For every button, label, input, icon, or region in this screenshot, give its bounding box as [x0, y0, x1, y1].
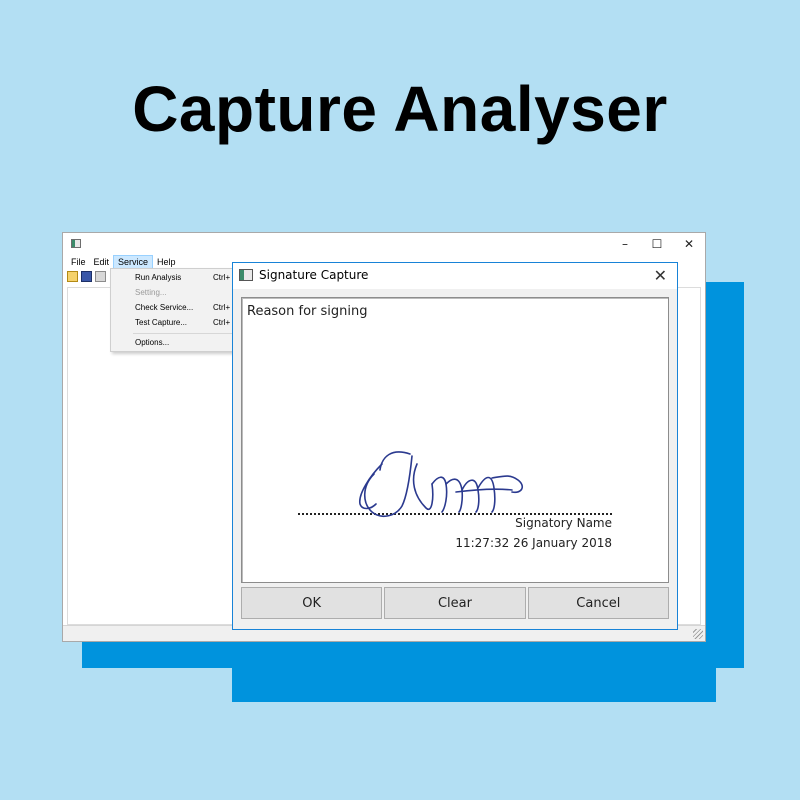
- menu-item-label: Check Service...: [135, 303, 194, 312]
- dialog-button-row: OK Clear Cancel: [241, 587, 669, 621]
- menu-item-shortcut: Ctrl+: [213, 303, 231, 312]
- signature-timestamp: 11:27:32 26 January 2018: [455, 536, 612, 550]
- menu-item-shortcut: Ctrl+: [213, 318, 231, 327]
- menu-item-label: Run Analysis: [135, 273, 182, 282]
- menu-item-check-service[interactable]: Check Service... Ctrl+: [111, 301, 235, 315]
- menu-edit[interactable]: Edit: [90, 255, 114, 269]
- toolbar-tool-icon[interactable]: [95, 271, 106, 282]
- menu-item-setting: Setting...: [111, 286, 235, 300]
- page-title: Capture Analyser: [132, 73, 668, 145]
- main-window-titlebar[interactable]: – ☐ ✕: [63, 233, 705, 255]
- signature-capture-dialog: Signature Capture ✕ Reason for signing S…: [232, 262, 678, 630]
- menu-item-options[interactable]: Options...: [111, 336, 235, 350]
- window-controls: – ☐ ✕: [609, 233, 705, 255]
- menu-service[interactable]: Service: [113, 255, 154, 269]
- menu-item-label: Setting...: [135, 288, 167, 297]
- menu-item-shortcut: Ctrl+: [213, 273, 231, 282]
- app-icon: [71, 239, 81, 248]
- save-icon[interactable]: [81, 271, 92, 282]
- close-icon[interactable]: ✕: [654, 266, 667, 285]
- menu-help[interactable]: Help: [153, 255, 180, 269]
- service-dropdown-menu: Run Analysis Ctrl+ Setting... Check Serv…: [110, 268, 236, 352]
- menu-bar: File Edit Service Help: [63, 255, 180, 269]
- ok-button[interactable]: OK: [241, 587, 383, 619]
- menu-item-run-analysis[interactable]: Run Analysis Ctrl+: [111, 271, 235, 285]
- menu-item-test-capture[interactable]: Test Capture... Ctrl+: [111, 316, 235, 330]
- toolbar: [67, 271, 106, 285]
- menu-separator: [133, 333, 233, 334]
- signatory-name-label: Signatory Name: [515, 516, 612, 530]
- menu-item-label: Options...: [135, 338, 170, 347]
- new-file-icon[interactable]: [67, 271, 78, 282]
- decorative-block-bottom-lower: [232, 640, 716, 702]
- menu-file[interactable]: File: [67, 255, 90, 269]
- resize-grip-icon[interactable]: [693, 629, 703, 639]
- signature-pad[interactable]: Reason for signing Signatory Name 11:27:…: [241, 297, 669, 583]
- close-button[interactable]: ✕: [673, 233, 705, 255]
- clear-button[interactable]: Clear: [384, 587, 526, 619]
- dialog-app-icon: [239, 269, 253, 281]
- dialog-titlebar[interactable]: Signature Capture ✕: [233, 263, 677, 289]
- dialog-title: Signature Capture: [259, 268, 369, 282]
- minimize-button[interactable]: –: [609, 233, 641, 255]
- menu-item-label: Test Capture...: [135, 318, 188, 327]
- cancel-button[interactable]: Cancel: [527, 587, 669, 619]
- maximize-button[interactable]: ☐: [641, 233, 673, 255]
- decorative-block-right: [706, 282, 744, 666]
